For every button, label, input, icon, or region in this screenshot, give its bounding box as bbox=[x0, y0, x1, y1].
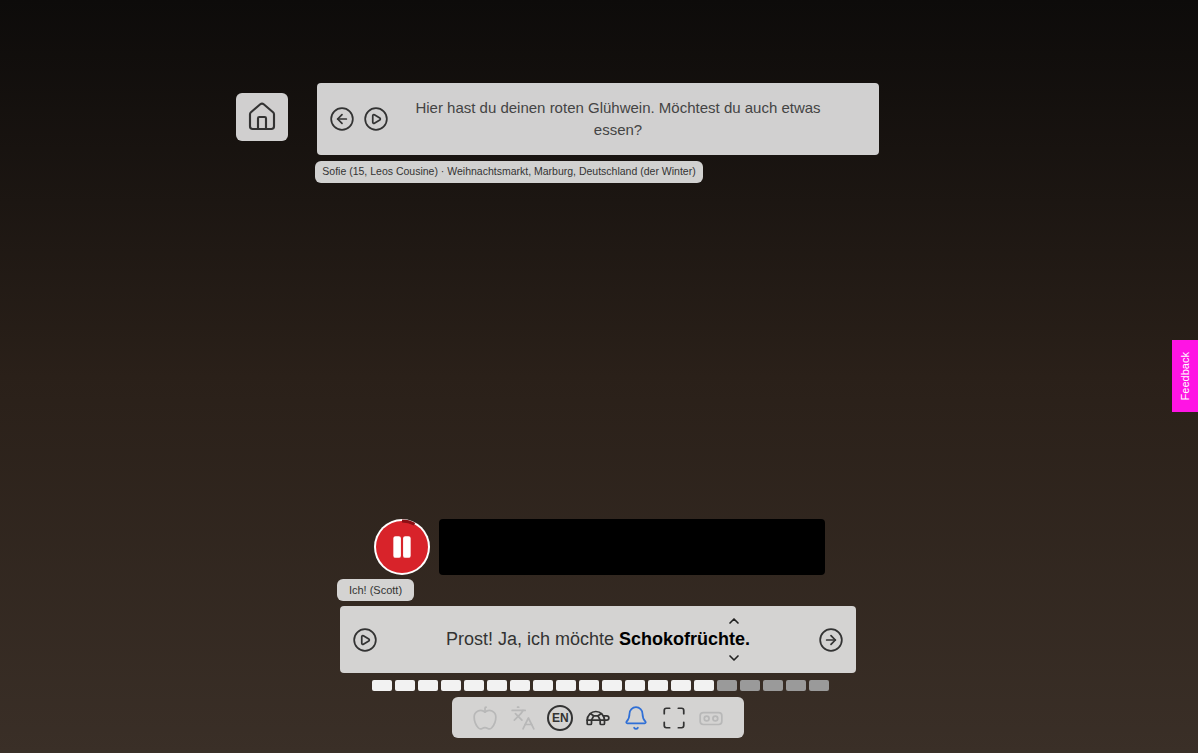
progress-segment bbox=[602, 680, 622, 691]
app: Hier hast du deinen roten Glühwein. Möch… bbox=[0, 0, 1198, 753]
fullscreen-icon[interactable] bbox=[661, 705, 687, 731]
response-text: Prost! Ja, ich möchte Schokofrüchte. bbox=[386, 626, 810, 653]
record-progress-ring bbox=[372, 517, 432, 577]
progress-segment bbox=[510, 680, 530, 691]
toolbar: EN bbox=[452, 697, 744, 738]
bell-icon[interactable] bbox=[623, 705, 649, 731]
toolbar-item bbox=[472, 705, 498, 731]
toolbar-item bbox=[510, 705, 536, 731]
apple-icon[interactable] bbox=[472, 705, 498, 731]
progress-segment bbox=[809, 680, 829, 691]
pause-icon bbox=[389, 534, 415, 560]
toolbar-item[interactable] bbox=[585, 705, 611, 731]
prompt-panel: Hier hast du deinen roten Glühwein. Möch… bbox=[317, 83, 879, 155]
feedback-tab[interactable]: Feedback bbox=[1172, 340, 1198, 412]
toolbar-item[interactable]: EN bbox=[547, 705, 573, 731]
home-button[interactable] bbox=[236, 93, 288, 141]
language-toggle[interactable]: EN bbox=[547, 705, 573, 731]
home-icon bbox=[246, 101, 278, 133]
progress-segment bbox=[579, 680, 599, 691]
progress-bar bbox=[372, 680, 829, 691]
choice-up-icon[interactable] bbox=[726, 613, 742, 629]
progress-segment bbox=[694, 680, 714, 691]
progress-segment bbox=[464, 680, 484, 691]
progress-segment bbox=[717, 680, 737, 691]
progress-segment bbox=[648, 680, 668, 691]
progress-segment bbox=[372, 680, 392, 691]
translate-icon[interactable] bbox=[510, 705, 536, 731]
toolbar-item[interactable] bbox=[661, 705, 687, 731]
progress-segment bbox=[671, 680, 691, 691]
vr-goggles-icon bbox=[698, 705, 724, 731]
progress-segment bbox=[763, 680, 783, 691]
progress-segment bbox=[740, 680, 760, 691]
choice-down-icon[interactable] bbox=[726, 650, 742, 666]
progress-segment bbox=[395, 680, 415, 691]
speaker-caption: Sofie (15, Leos Cousine) · Weihnachtsmar… bbox=[315, 161, 703, 183]
previous-icon[interactable] bbox=[329, 106, 355, 132]
play-prompt-icon[interactable] bbox=[363, 106, 389, 132]
record-pause-button[interactable] bbox=[372, 517, 432, 577]
responder-label: Ich! (Scott) bbox=[337, 579, 414, 601]
toolbar-item bbox=[698, 705, 724, 731]
transcript-box bbox=[439, 519, 825, 575]
next-icon[interactable] bbox=[818, 627, 844, 653]
progress-segment bbox=[533, 680, 553, 691]
progress-segment bbox=[625, 680, 645, 691]
progress-segment bbox=[487, 680, 507, 691]
progress-segment bbox=[786, 680, 806, 691]
progress-segment bbox=[441, 680, 461, 691]
turtle-icon[interactable] bbox=[585, 705, 611, 731]
toolbar-item[interactable] bbox=[623, 705, 649, 731]
response-choice[interactable]: Schokofrüchte. bbox=[619, 626, 750, 653]
progress-segment bbox=[556, 680, 576, 691]
prompt-text: Hier hast du deinen roten Glühwein. Möch… bbox=[397, 91, 839, 147]
play-response-icon[interactable] bbox=[352, 627, 378, 653]
progress-segment bbox=[418, 680, 438, 691]
response-panel: Prost! Ja, ich möchte Schokofrüchte. bbox=[340, 606, 856, 673]
